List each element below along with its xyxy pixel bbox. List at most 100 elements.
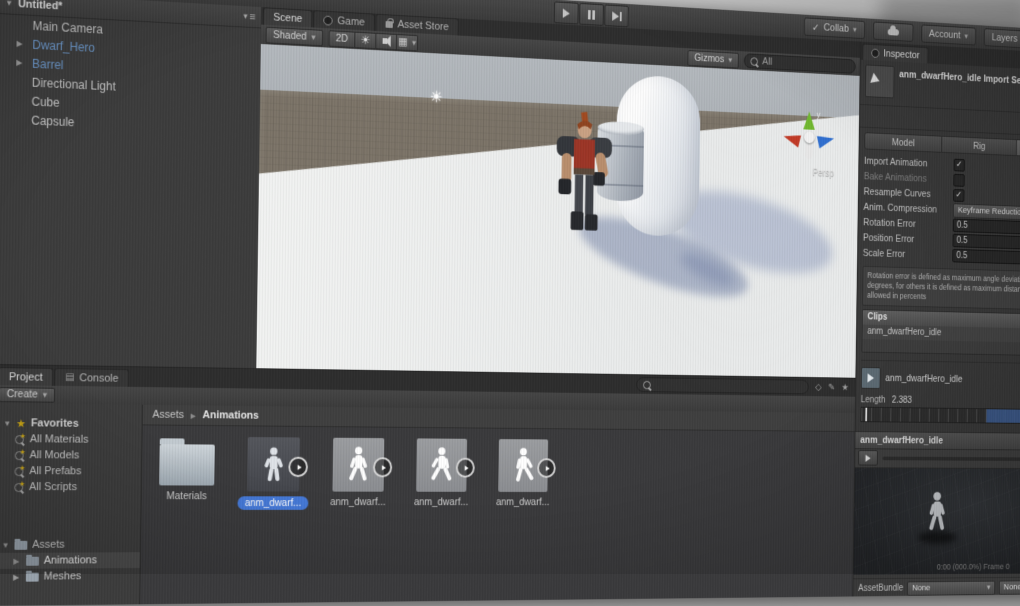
play-badge-icon[interactable] [537, 458, 556, 478]
import-animation-checkbox[interactable]: ✓ [954, 158, 965, 171]
tree-meshes[interactable]: ▶ Meshes [0, 568, 140, 585]
fold-open-icon[interactable]: ▼ [5, 0, 13, 8]
favorites-label: Favorites [31, 417, 79, 429]
play-badge-icon[interactable] [288, 457, 308, 477]
search-by-type-icon[interactable]: ◇ [815, 382, 821, 392]
breadcrumb-root[interactable]: Assets [152, 409, 184, 421]
play-badge-icon[interactable] [456, 458, 475, 478]
preview-viewport[interactable]: 0:00 (000.0%) Frame 0 [853, 468, 1020, 575]
gizmos-dropdown[interactable]: Gizmos ▾ [687, 50, 739, 68]
fold-open-icon[interactable]: ▼ [3, 419, 11, 428]
tab-console[interactable]: ▤ Console [54, 368, 129, 387]
file-materials-folder[interactable]: Materials [155, 436, 219, 510]
assetbundle-dropdown[interactable]: None ▾ [907, 580, 995, 595]
project-panel: Project ▤ Console ◇ ✎ ★ Create ▾ ▼ ★ Fav… [0, 364, 855, 606]
clip-foldout[interactable]: anm_dwarfHero_idle [861, 359, 1020, 392]
tree-all-prefabs[interactable]: ★ All Prefabs [0, 463, 141, 479]
tab-project[interactable]: Project [0, 367, 54, 386]
chevron-down-icon: ▾ [728, 55, 732, 65]
fold-closed-icon[interactable]: ▶ [16, 58, 22, 67]
inspector-panel: Inspector anm_dwarfHero_idle Import Sett… [852, 42, 1020, 597]
collab-button[interactable]: ✓ Collab ▾ [804, 17, 865, 39]
item-label: Main Camera [33, 18, 104, 36]
create-dropdown[interactable]: Create ▾ [0, 387, 55, 403]
dwarf-character[interactable] [546, 104, 622, 249]
directional-light-gizmo-icon[interactable]: ☀ [430, 87, 443, 107]
item-label: Dwarf_Hero [32, 37, 95, 54]
search-icon [643, 380, 651, 388]
gizmo-center[interactable] [804, 131, 815, 143]
search-by-label-icon[interactable]: ✎ [828, 382, 835, 392]
preview-title: anm_dwarfHero_idle [860, 434, 943, 445]
favorite-search-icon: ★ [15, 434, 25, 444]
account-dropdown[interactable]: Account ▾ [921, 24, 976, 45]
effects-dropdown[interactable]: ▦ ▾ [397, 34, 418, 51]
audio-toggle[interactable] [376, 32, 397, 49]
file-anm-dwarf-2[interactable]: anm_dwarf... [328, 438, 389, 510]
scene-tab-label: Scene [273, 11, 302, 24]
tree-assets[interactable]: ▼ Assets [0, 536, 140, 552]
item-label: Cube [31, 94, 59, 109]
step-button[interactable] [604, 4, 628, 27]
play-button[interactable] [554, 1, 579, 24]
tab-rig[interactable]: Rig [942, 136, 1017, 156]
item-label: Directional Light [32, 75, 116, 93]
preview-scrubber[interactable] [883, 456, 1020, 461]
project-search-input[interactable] [636, 377, 809, 394]
tab-game[interactable]: Game [313, 10, 375, 31]
step-icon [612, 11, 619, 21]
play-badge-icon[interactable] [373, 457, 392, 477]
panel-menu-icon[interactable]: ≡ [249, 11, 255, 23]
scale-error-input[interactable] [952, 249, 1020, 267]
effects-icon: ▦ [398, 36, 408, 47]
axis-y-cone[interactable] [803, 111, 815, 130]
draw-mode-dropdown[interactable]: Shaded ▾ [266, 26, 323, 46]
tab-scene[interactable]: Scene [263, 7, 313, 27]
breadcrumb-sep-icon: ▸ [191, 409, 196, 422]
axis-x-cone[interactable] [782, 130, 801, 147]
file-anm-dwarf-1[interactable]: anm_dwarf... [242, 437, 304, 510]
tree-all-materials[interactable]: ★ All Materials [0, 431, 142, 448]
layers-dropdown[interactable]: Layers ▾ [984, 28, 1020, 49]
game-tab-label: Game [337, 15, 365, 28]
pause-button[interactable] [579, 3, 604, 26]
tilted-stage: ✓ Collab ▾ Account ▾ Layers ▾ Layout ▾ [0, 0, 1020, 606]
preview-play-button[interactable] [858, 450, 878, 465]
asset-thumbnail [865, 64, 894, 98]
fold-open-icon[interactable]: ▼ [2, 540, 10, 549]
character-silhouette [344, 445, 372, 485]
asset-store-bag-icon [386, 21, 393, 28]
tab-model[interactable]: Model [864, 132, 942, 153]
clip-timeline[interactable] [860, 406, 1020, 424]
breadcrumb-current[interactable]: Animations [202, 409, 259, 421]
orientation-gizmo[interactable]: x z y [780, 108, 838, 167]
favorite-search-icon[interactable]: ★ [841, 383, 848, 393]
2d-toggle[interactable]: 2D [328, 30, 355, 48]
lighting-toggle[interactable]: ☀ [355, 31, 376, 48]
fold-closed-icon[interactable]: ▶ [16, 39, 22, 48]
inspector-tab-icon [871, 48, 879, 57]
chevron-down-icon: ▾ [43, 389, 48, 400]
scene-viewport[interactable]: ☀ x z y Persp [256, 44, 859, 378]
tree-favorites[interactable]: ▼ ★ Favorites [0, 415, 142, 432]
tree-all-models[interactable]: ★ All Models [0, 447, 141, 464]
timeline-playhead[interactable] [865, 407, 867, 421]
tree-all-scripts[interactable]: ★ All Scripts [0, 479, 141, 495]
fold-closed-icon[interactable]: ▶ [13, 556, 21, 565]
axis-toward-camera[interactable] [805, 144, 813, 159]
project-tree: ▼ ★ Favorites ★ All Materials ★ All Mode… [0, 403, 143, 606]
tree-animations[interactable]: ▶ Animations [0, 552, 140, 569]
axis-z-cone[interactable] [817, 132, 836, 148]
file-anm-dwarf-4[interactable]: anm_dwarf... [494, 439, 553, 510]
camera-projection-label[interactable]: Persp [812, 168, 833, 179]
bake-animations-checkbox[interactable] [953, 173, 964, 186]
cloud-services-button[interactable] [873, 22, 913, 42]
character-silhouette [510, 446, 537, 486]
file-anm-dwarf-3[interactable]: anm_dwarf... [411, 438, 471, 509]
assetbundle-variant-dropdown[interactable]: None ▾ [999, 579, 1020, 594]
resample-curves-checkbox[interactable]: ✓ [953, 189, 964, 202]
timeline-selection-band[interactable] [987, 409, 1020, 423]
animation-thumbnail [416, 438, 467, 491]
chevron-down-icon[interactable]: ▾ [243, 11, 247, 22]
preview-header[interactable]: anm_dwarfHero_idle [855, 431, 1020, 451]
